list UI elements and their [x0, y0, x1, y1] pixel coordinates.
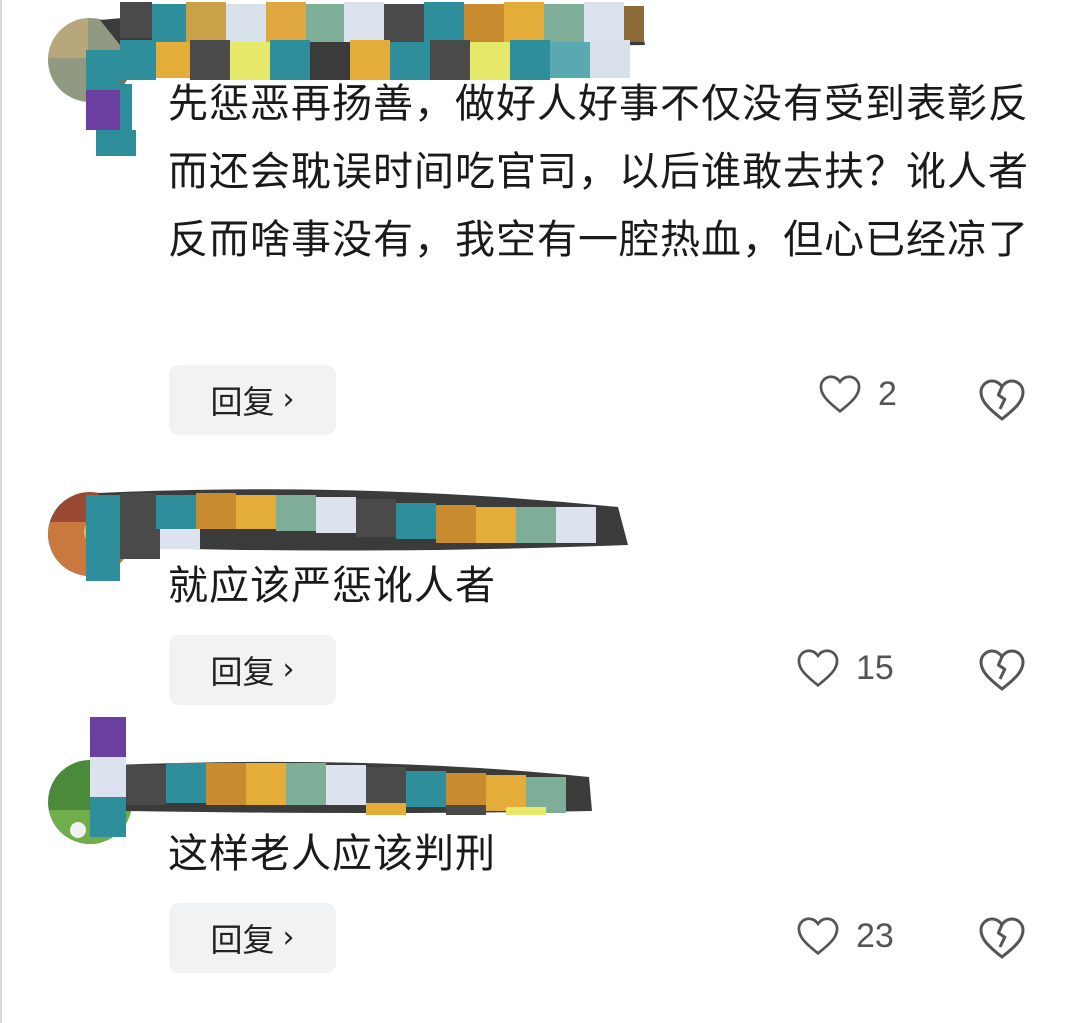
like-button[interactable]: 2: [818, 374, 897, 414]
reply-button[interactable]: 回复 ›: [169, 635, 336, 705]
broken-heart-icon[interactable]: [978, 378, 1026, 422]
like-button[interactable]: 23: [796, 916, 894, 956]
comment-item: 先惩恶再扬善，做好人好事不仅没有受到表彰反而还会耽误时间吃官司，以后谁敢去扶？讹…: [0, 0, 1080, 450]
like-count: 23: [856, 916, 894, 955]
comment-item: 就应该严惩讹人者 回复 › 15: [0, 450, 1080, 710]
like-count: 15: [856, 648, 894, 687]
chevron-right-icon: ›: [282, 651, 295, 687]
reply-button[interactable]: 回复 ›: [169, 903, 336, 973]
chevron-right-icon: ›: [282, 381, 295, 417]
like-button[interactable]: 15: [796, 648, 894, 688]
reply-label: 回复: [210, 653, 275, 691]
chevron-right-icon: ›: [282, 919, 295, 955]
reply-label: 回复: [210, 383, 275, 421]
reply-label: 回复: [210, 921, 275, 959]
reply-button[interactable]: 回复 ›: [169, 365, 336, 435]
broken-heart-icon[interactable]: [978, 916, 1026, 960]
comment-text: 先惩恶再扬善，做好人好事不仅没有受到表彰反而还会耽误时间吃官司，以后谁敢去扶？讹…: [168, 81, 1029, 263]
heart-outline-icon: [819, 375, 861, 414]
comment-text: 这样老人应该判刑: [168, 831, 496, 877]
broken-heart-icon[interactable]: [978, 648, 1026, 692]
heart-outline-icon: [797, 917, 839, 956]
comment-text: 就应该严惩讹人者: [168, 563, 496, 609]
like-count: 2: [878, 374, 897, 413]
comment-item: 这样老人应该判刑 回复 › 23: [0, 710, 1080, 1023]
heart-outline-icon: [797, 649, 839, 688]
